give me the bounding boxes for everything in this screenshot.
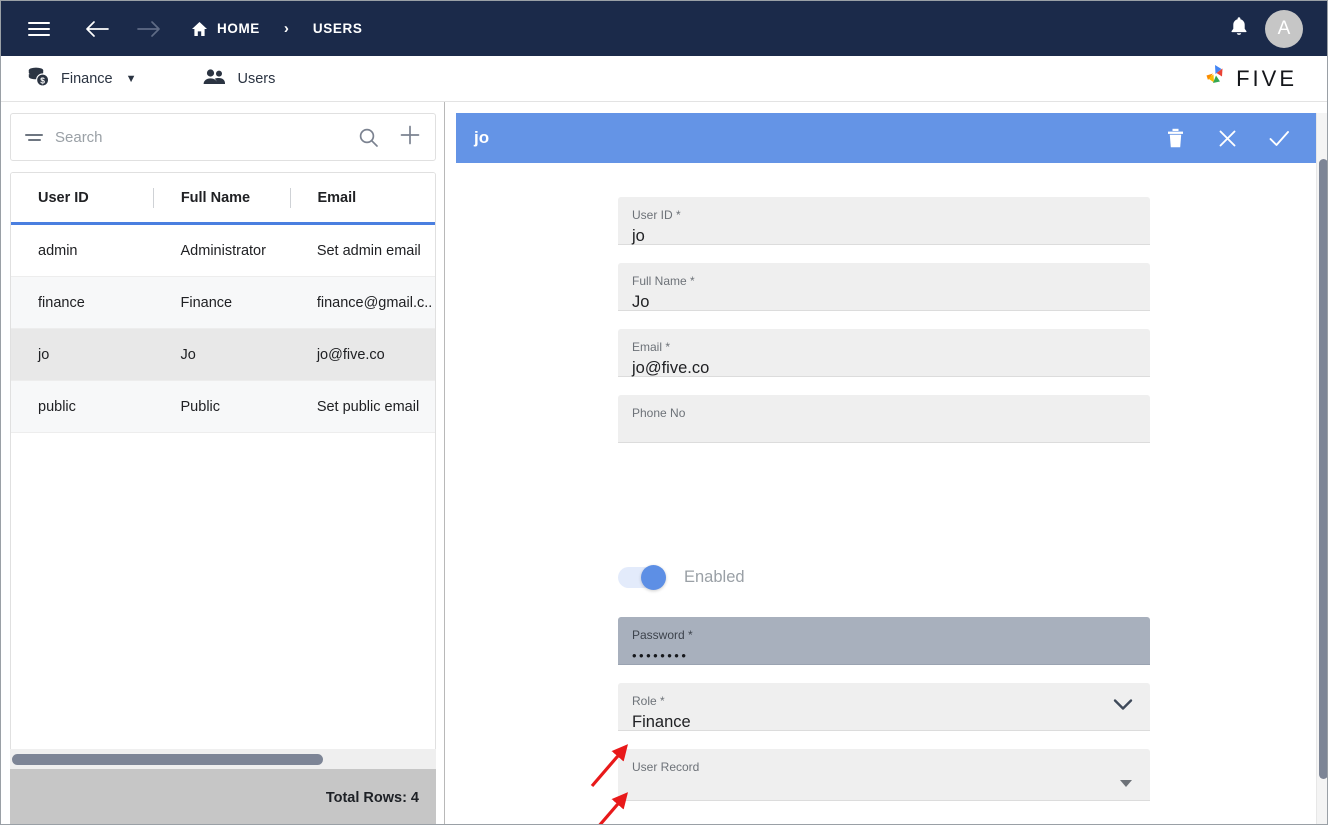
cell-email: jo@five.co — [316, 346, 385, 363]
field-value-user-record — [632, 775, 1136, 801]
field-value-email: jo@five.co — [632, 359, 710, 377]
table-header-row: User ID Full Name Email — [11, 173, 435, 225]
field-label-password: Password * — [632, 628, 693, 642]
five-logo: FIVE — [1200, 62, 1313, 95]
search-bar — [10, 113, 436, 161]
five-pinwheel-logo-icon — [1200, 62, 1230, 95]
cell-user-id: admin — [38, 242, 78, 259]
form-header-actions — [1162, 125, 1298, 151]
cell-user-id: finance — [38, 294, 85, 311]
field-label-user-id: User ID * — [632, 208, 681, 222]
tab-finance[interactable]: $ Finance ▼ — [15, 62, 148, 95]
column-header-full-name[interactable]: Full Name — [154, 190, 290, 206]
form-header-bar: jo — [456, 113, 1316, 163]
cell-email: Set public email — [316, 398, 420, 415]
plus-icon[interactable] — [399, 124, 421, 150]
close-icon[interactable] — [1214, 125, 1240, 151]
module-tab-strip: $ Finance ▼ Users FIVE — [1, 56, 1327, 102]
trash-icon[interactable] — [1162, 125, 1188, 151]
cell-full-name: Administrator — [180, 242, 266, 259]
tab-finance-label: Finance — [61, 70, 113, 87]
field-value-role: Finance — [632, 713, 691, 731]
field-label-role: Role * — [632, 694, 665, 708]
field-user-id[interactable]: User ID * jo — [618, 197, 1150, 245]
check-icon[interactable] — [1266, 125, 1292, 151]
vertical-scrollbar[interactable] — [1316, 113, 1327, 824]
users-table: User ID Full Name Email admin Administra… — [10, 172, 436, 824]
cell-full-name: Finance — [180, 294, 233, 311]
filter-icon[interactable] — [25, 133, 43, 141]
chevron-down-icon[interactable]: ▼ — [126, 73, 137, 85]
vertical-scrollbar-thumb[interactable] — [1319, 159, 1327, 779]
field-label-phone-no: Phone No — [632, 406, 686, 420]
toggle-enabled[interactable] — [618, 565, 666, 590]
field-label-user-record: User Record — [632, 760, 700, 774]
breadcrumb-item-home[interactable]: HOME — [183, 17, 268, 41]
home-icon — [191, 21, 208, 37]
field-role[interactable]: Role * Finance — [618, 683, 1150, 731]
field-value-user-id: jo — [632, 227, 645, 245]
cell-email: finance@gmail.c.. — [316, 294, 433, 311]
horizontal-scrollbar-thumb[interactable] — [12, 753, 323, 765]
dropdown-triangle-icon[interactable] — [1120, 780, 1132, 787]
table-row[interactable]: admin Administrator Set admin email — [11, 225, 435, 277]
breadcrumb: HOME › USERS — [183, 17, 370, 41]
horizontal-scrollbar[interactable] — [10, 749, 436, 769]
toggle-knob — [641, 565, 666, 590]
field-value-full-name: Jo — [632, 293, 650, 311]
application-window: HOME › USERS A $ Finance ▼ Users FIVE Se… — [0, 0, 1328, 825]
tab-users-label: Users — [237, 70, 276, 87]
toggle-row-enabled[interactable]: Enabled — [618, 565, 745, 590]
table-footer: Total Rows: 4 — [10, 769, 436, 824]
form-fields-container: User ID * jo Full Name * Jo Email * jo@f… — [456, 163, 1316, 824]
avatar[interactable]: A — [1265, 9, 1303, 48]
breadcrumb-label-users: USERS — [312, 21, 363, 36]
cell-user-id: jo — [38, 346, 50, 363]
search-input[interactable] — [55, 128, 358, 146]
people-icon — [202, 68, 227, 90]
cell-full-name: Jo — [180, 346, 196, 363]
total-rows-label: Total Rows: 4 — [325, 789, 419, 806]
top-navigation-bar: HOME › USERS A — [1, 1, 1327, 56]
top-nav-right-group: A — [1229, 9, 1309, 48]
cell-user-id: public — [38, 398, 76, 415]
field-label-full-name: Full Name * — [632, 274, 695, 288]
column-header-email[interactable]: Email — [290, 190, 435, 206]
users-list-panel: User ID Full Name Email admin Administra… — [1, 102, 445, 824]
table-row[interactable]: public Public Set public email — [11, 381, 435, 433]
field-user-record[interactable]: User Record — [618, 749, 1150, 801]
search-icon[interactable] — [358, 127, 379, 148]
cell-full-name: Public — [180, 398, 221, 415]
arrow-back-icon[interactable] — [77, 9, 117, 49]
form-title: jo — [474, 128, 490, 147]
tab-users[interactable]: Users — [190, 64, 287, 94]
field-password[interactable]: Password * •••••••• — [618, 617, 1150, 665]
field-label-email: Email * — [632, 340, 671, 354]
breadcrumb-separator: › — [283, 20, 289, 37]
column-header-user-id[interactable]: User ID — [11, 190, 153, 206]
five-logo-text: FIVE — [1236, 65, 1297, 91]
cell-email: Set admin email — [316, 242, 421, 259]
table-row[interactable]: finance Finance finance@gmail.c.. — [11, 277, 435, 329]
user-detail-form-panel: jo User ID * jo Full Name * Jo Email * j… — [456, 102, 1327, 824]
bell-icon[interactable] — [1229, 16, 1249, 41]
coins-icon: $ — [27, 66, 51, 91]
field-full-name[interactable]: Full Name * Jo — [618, 263, 1150, 311]
field-value-password: •••••••• — [632, 648, 689, 663]
svg-text:$: $ — [40, 76, 45, 86]
breadcrumb-item-users[interactable]: USERS — [305, 17, 371, 40]
toggle-label-enabled: Enabled — [684, 568, 745, 586]
field-email[interactable]: Email * jo@five.co — [618, 329, 1150, 377]
field-value-phone-no — [632, 421, 1136, 447]
table-row-selected[interactable]: jo Jo jo@five.co — [11, 329, 435, 381]
field-phone-no[interactable]: Phone No — [618, 395, 1150, 443]
breadcrumb-label-home: HOME — [217, 21, 260, 36]
arrow-forward-icon[interactable] — [129, 9, 169, 49]
hamburger-menu-icon[interactable] — [19, 9, 59, 49]
